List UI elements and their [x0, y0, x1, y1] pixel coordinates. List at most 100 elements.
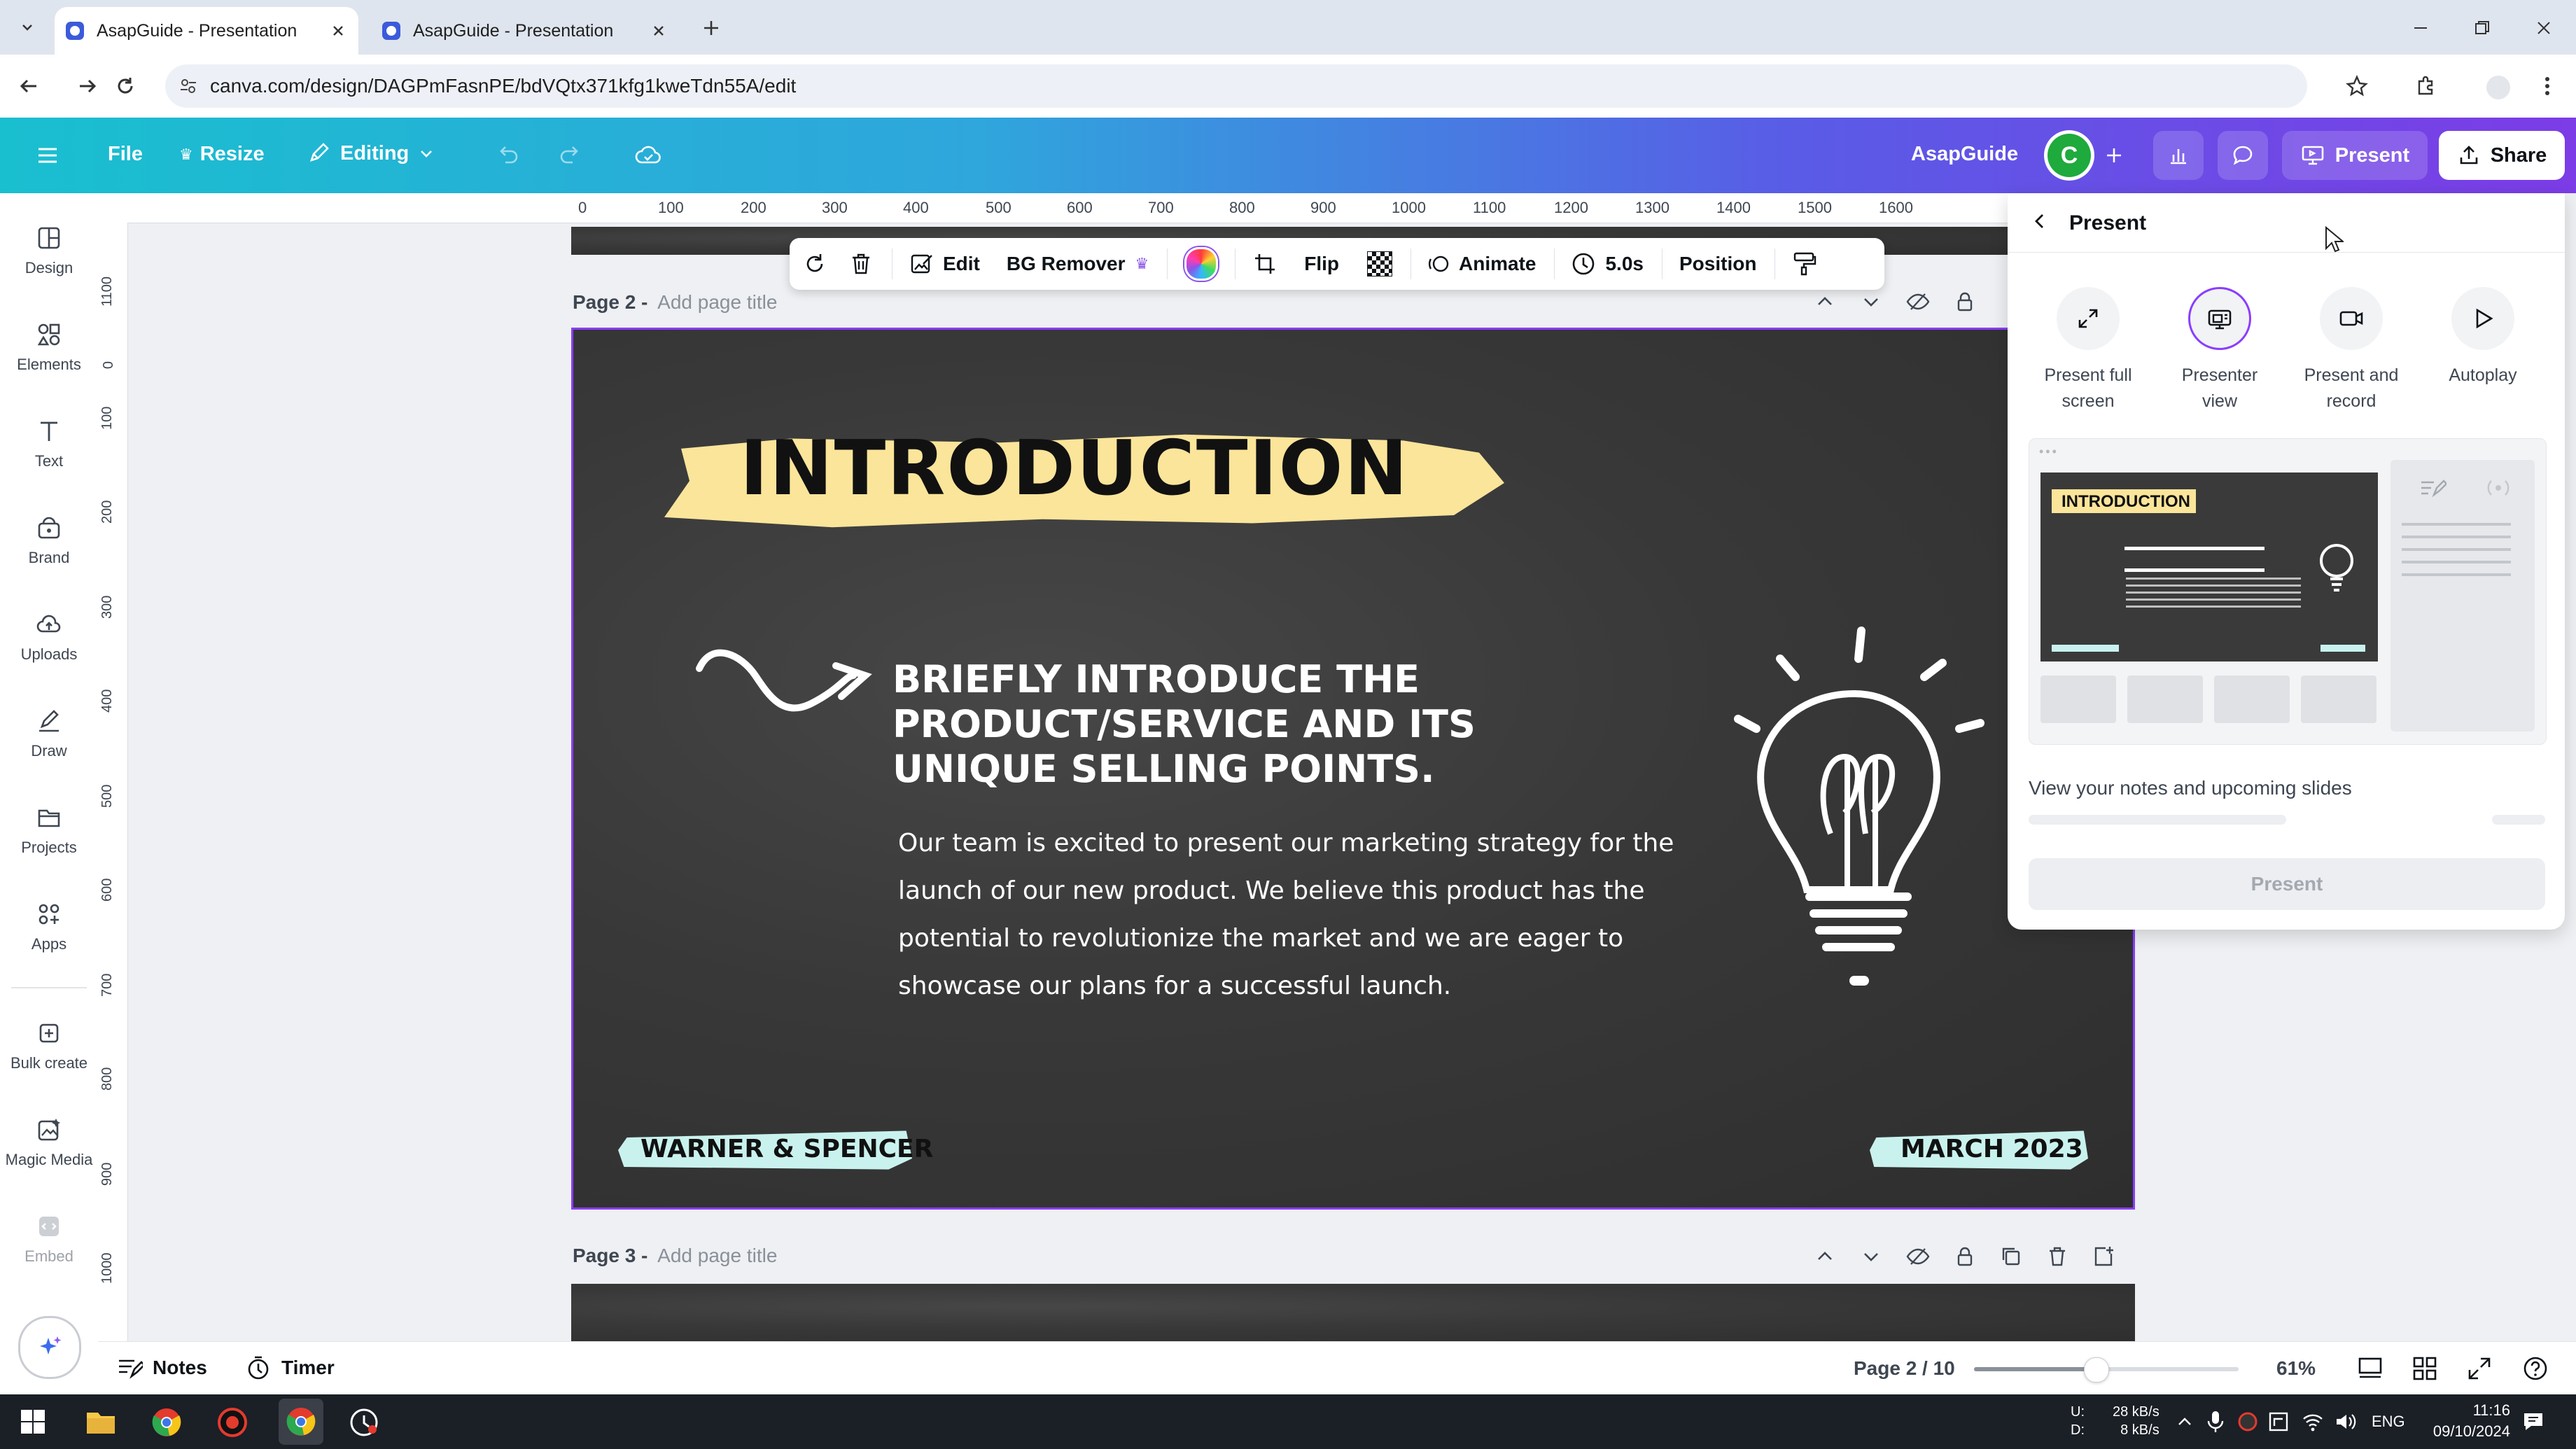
wifi-icon[interactable]: [2302, 1411, 2324, 1432]
reload-icon[interactable]: [113, 74, 137, 98]
duplicate-page-icon[interactable]: [1999, 1245, 2023, 1268]
microphone-icon[interactable]: [2205, 1410, 2226, 1434]
grid-view-icon[interactable]: [2411, 1354, 2439, 1382]
autoplay-option[interactable]: Autoplay: [2423, 287, 2542, 388]
slide-body-text[interactable]: Our team is excited to present our marke…: [898, 820, 1674, 1010]
comments-button[interactable]: [2218, 131, 2268, 180]
zoom-slider-handle[interactable]: [2083, 1357, 2109, 1382]
page-indicator[interactable]: Page 2 / 10: [1854, 1357, 1955, 1380]
paint-format-icon[interactable]: [1792, 251, 1817, 277]
restore-icon[interactable]: [2472, 18, 2492, 38]
sidebar-item-uploads[interactable]: Uploads: [0, 610, 98, 664]
avatar[interactable]: C: [2044, 130, 2094, 181]
flip-button[interactable]: Flip: [1304, 253, 1339, 275]
share-button[interactable]: Share: [2439, 131, 2565, 180]
browser-tab[interactable]: AsapGuide - Presentation: [371, 7, 679, 55]
close-icon[interactable]: [330, 23, 346, 38]
sidebar-item-elements[interactable]: Elements: [0, 321, 98, 374]
position-button[interactable]: Position: [1679, 253, 1756, 275]
panel-present-button[interactable]: Present: [2029, 858, 2545, 910]
redo-icon[interactable]: [557, 143, 582, 168]
sidebar-item-bulk-create[interactable]: Bulk create: [0, 1019, 98, 1072]
sidebar-item-text[interactable]: Text: [0, 417, 98, 470]
bookmark-star-icon[interactable]: [2345, 74, 2369, 98]
magic-assistant-button[interactable]: [18, 1316, 81, 1379]
slide-heading[interactable]: BRIEFLY INTRODUCE THE PRODUCT/SERVICE AN…: [892, 657, 1476, 792]
add-page-icon[interactable]: [2092, 1245, 2115, 1268]
lock-icon[interactable]: [1953, 1245, 1977, 1268]
trash-icon[interactable]: [2045, 1245, 2069, 1268]
chevron-down-icon[interactable]: [1859, 290, 1883, 314]
team-name[interactable]: AsapGuide: [1911, 143, 2018, 166]
presenter-view-option[interactable]: Presenter view: [2160, 287, 2279, 414]
present-full-screen-option[interactable]: Present full screen: [2029, 287, 2148, 414]
volume-icon[interactable]: [2334, 1411, 2356, 1432]
add-collaborator-icon[interactable]: [2101, 143, 2127, 168]
extensions-icon[interactable]: [2414, 74, 2437, 98]
sidebar-item-apps[interactable]: Apps: [0, 900, 98, 953]
hide-page-icon[interactable]: [1905, 290, 1931, 314]
zoom-slider[interactable]: [1974, 1357, 2239, 1382]
file-menu-button[interactable]: File: [108, 143, 143, 166]
input-language[interactable]: ENG: [2372, 1413, 2405, 1431]
file-explorer-icon[interactable]: [85, 1407, 116, 1436]
tray-clock[interactable]: 11:16 09/10/2024: [2426, 1400, 2510, 1442]
tab-search-button[interactable]: [13, 13, 42, 42]
color-picker-button[interactable]: [1184, 247, 1219, 281]
site-info-icon[interactable]: [178, 76, 199, 97]
resize-button[interactable]: ♛ Resize: [179, 143, 265, 166]
editing-mode-button[interactable]: Editing: [307, 141, 434, 165]
chevron-down-icon[interactable]: [1859, 1245, 1883, 1268]
replace-refresh-icon[interactable]: [801, 250, 829, 278]
back-arrow-icon[interactable]: [17, 74, 41, 98]
chrome-icon[interactable]: [151, 1407, 182, 1438]
page-3-slide[interactable]: [571, 1284, 2135, 1341]
lock-icon[interactable]: [1953, 290, 1977, 314]
bg-remover-button[interactable]: BG Remover ♛: [1007, 253, 1149, 275]
footer-left-text[interactable]: WARNER & SPENCER: [640, 1135, 933, 1163]
page-view-icon[interactable]: [2356, 1354, 2384, 1382]
profile-avatar[interactable]: [2486, 76, 2510, 99]
browser-tab-active[interactable]: AsapGuide - Presentation: [55, 7, 358, 55]
sidebar-item-projects[interactable]: Projects: [0, 804, 98, 857]
url-input[interactable]: canva.com/design/DAGPmFasnPE/bdVQtx371kf…: [165, 64, 2307, 108]
notification-icon[interactable]: [2521, 1410, 2545, 1434]
close-icon[interactable]: [651, 23, 666, 38]
page-2-title-input[interactable]: Add page title: [657, 291, 777, 313]
windows-start-icon[interactable]: [20, 1408, 46, 1435]
fullscreen-icon[interactable]: [2465, 1354, 2493, 1382]
new-tab-plus-icon[interactable]: [700, 17, 722, 39]
notes-button[interactable]: Notes: [116, 1354, 207, 1381]
clock-app-icon[interactable]: [349, 1407, 379, 1438]
cloud-saved-icon[interactable]: [634, 141, 662, 169]
page-3-title-input[interactable]: Add page title: [657, 1245, 777, 1266]
kebab-menu-icon[interactable]: [2535, 74, 2559, 98]
transparency-button[interactable]: [1367, 251, 1393, 276]
insights-button[interactable]: [2153, 131, 2204, 180]
page-2-slide[interactable]: INTRODUCTION BRIEFLY INTRODUCE THE PRODU…: [571, 328, 2135, 1210]
help-icon[interactable]: [2521, 1354, 2549, 1382]
taskbar-active-app[interactable]: [279, 1399, 323, 1445]
tray-chevron-up-icon[interactable]: [2176, 1413, 2194, 1431]
sidebar-item-magic-media[interactable]: Magic Media: [0, 1116, 98, 1169]
edit-image-button[interactable]: Edit: [909, 251, 980, 276]
undo-icon[interactable]: [496, 143, 521, 168]
record-app-icon[interactable]: [217, 1407, 248, 1438]
chevron-up-icon[interactable]: [1813, 290, 1837, 314]
animate-button[interactable]: Animate: [1425, 251, 1536, 277]
chevron-up-icon[interactable]: [1813, 1245, 1837, 1268]
hamburger-menu-icon[interactable]: [35, 143, 60, 168]
forward-arrow-icon[interactable]: [76, 74, 99, 98]
window-close-icon[interactable]: [2534, 18, 2554, 38]
sidebar-item-design[interactable]: Design: [0, 224, 98, 277]
back-chevron-icon[interactable]: [2030, 211, 2050, 231]
hide-page-icon[interactable]: [1905, 1245, 1931, 1268]
timer-button[interactable]: Timer: [245, 1354, 335, 1381]
minimize-icon[interactable]: [2411, 18, 2430, 38]
trash-icon[interactable]: [848, 251, 874, 276]
footer-right-text[interactable]: MARCH 2023: [1900, 1135, 2083, 1163]
arrow-doodle-icon[interactable]: [692, 648, 874, 738]
sidebar-item-draw[interactable]: Draw: [0, 707, 98, 760]
sidebar-item-brand[interactable]: Brand: [0, 514, 98, 567]
duration-button[interactable]: 5.0s: [1570, 251, 1644, 277]
